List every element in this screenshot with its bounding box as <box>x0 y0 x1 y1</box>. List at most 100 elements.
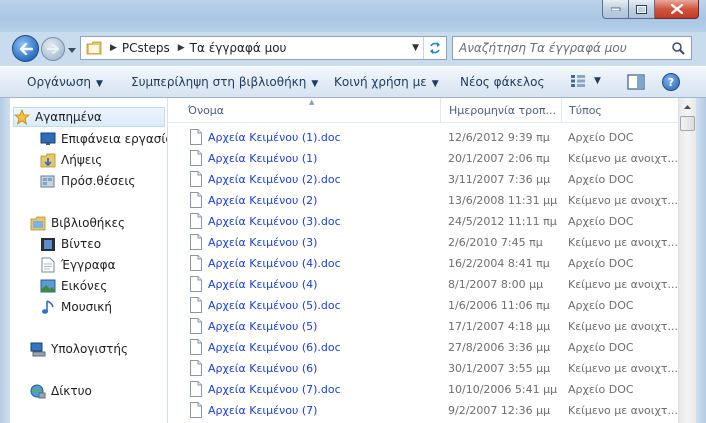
include-label: Συμπερίληψη στη βιβλιοθήκη <box>131 75 307 89</box>
table-row[interactable]: Αρχεία Κειμένου (2).doc 3/11/2007 7:36 μμ… <box>168 169 678 190</box>
refresh-icon <box>430 42 440 54</box>
column-divider[interactable] <box>561 98 562 122</box>
music-note-icon <box>40 299 56 315</box>
star-icon <box>14 109 30 125</box>
column-header-date[interactable]: Ημερομηνία τροπ... <box>449 104 556 117</box>
table-row[interactable]: Αρχεία Κειμένου (1).doc 12/6/2012 9:39 πμ… <box>168 127 678 148</box>
help-button[interactable]: ? <box>662 73 680 91</box>
sidebar-item-videos[interactable]: Βίντεο <box>40 234 167 254</box>
document-icon <box>190 318 202 334</box>
file-type: Κείμενο με ανοιχτ... <box>568 236 678 249</box>
file-date-modified: 8/1/2007 8:00 μμ <box>448 278 544 291</box>
file-date-modified: 3/11/2007 7:36 μμ <box>448 173 551 186</box>
breadcrumb-pcsteps[interactable]: PCsteps <box>122 41 170 55</box>
sidebar-item-network[interactable]: Δίκτυο <box>30 381 167 401</box>
command-bar: Οργάνωση ▼ Συμπερίληψη στη βιβλιοθήκη ▼ Κο… <box>0 66 706 98</box>
downloads-folder-icon <box>40 152 56 168</box>
change-view-button[interactable]: ▼ <box>570 74 601 88</box>
forward-button[interactable] <box>41 37 65 61</box>
scroll-thumb[interactable] <box>680 116 695 131</box>
file-type: Αρχείο DOC <box>568 173 634 186</box>
network-icon <box>30 383 46 399</box>
table-row[interactable]: Αρχεία Κειμένου (6).doc 27/8/2006 3:36 μμ… <box>168 337 678 358</box>
table-row[interactable]: Αρχεία Κειμένου (4) 8/1/2007 8:00 μμ Κείμε… <box>168 274 678 295</box>
arrow-right-icon <box>47 44 59 54</box>
organize-button[interactable]: Οργάνωση ▼ <box>27 75 103 89</box>
file-type: Αρχείο DOC <box>568 299 634 312</box>
search-input[interactable]: Αναζήτηση Τα έγγραφά μου <box>459 41 627 55</box>
document-icon <box>190 276 202 292</box>
close-button[interactable] <box>655 0 699 19</box>
file-name[interactable]: Αρχεία Κειμένου (3).doc <box>208 215 341 228</box>
file-name[interactable]: Αρχεία Κειμένου (4) <box>208 278 317 291</box>
sidebar-item-pictures[interactable]: Εικόνες <box>40 276 167 296</box>
file-type: Κείμενο με ανοιχτ... <box>568 362 678 375</box>
column-header-type[interactable]: Τύπος <box>569 104 602 117</box>
file-name[interactable]: Αρχεία Κειμένου (5).doc <box>208 299 341 312</box>
recent-places-icon <box>40 173 56 189</box>
sidebar-item-label: Έγγραφα <box>61 258 116 272</box>
table-row[interactable]: Αρχεία Κειμένου (7).doc 10/10/2006 5:41 μ… <box>168 379 678 400</box>
file-name[interactable]: Αρχεία Κειμένου (7).doc <box>208 383 341 396</box>
table-row[interactable]: Αρχεία Κειμένου (3).doc 24/5/2012 11:11 π… <box>168 211 678 232</box>
recent-pages-button[interactable] <box>67 45 77 55</box>
file-type: Κείμενο με ανοιχτ... <box>568 194 678 207</box>
sidebar-item-recent-places[interactable]: Πρόσ.θέσεις <box>40 171 167 191</box>
sidebar-item-music[interactable]: Μουσική <box>40 297 167 317</box>
address-history-chevron-icon[interactable]: ▼ <box>412 43 419 53</box>
new-folder-button[interactable]: Νέος φάκελος <box>460 75 545 89</box>
table-row[interactable]: Αρχεία Κειμένου (7) 9/2/2007 12:36 μμ Κείμ… <box>168 400 678 421</box>
share-with-button[interactable]: Κοινή χρήση με ▼ <box>334 75 439 89</box>
file-name[interactable]: Αρχεία Κειμένου (2) <box>208 194 317 207</box>
document-icon <box>190 171 202 187</box>
column-header-name[interactable]: Όνομα <box>188 104 224 117</box>
file-name[interactable]: Αρχεία Κειμένου (1) <box>208 152 317 165</box>
file-name[interactable]: Αρχεία Κειμένου (1).doc <box>208 131 341 144</box>
table-row[interactable]: Αρχεία Κειμένου (2) 13/6/2008 11:31 μμ Κεί… <box>168 190 678 211</box>
table-row[interactable]: Αρχεία Κειμένου (5).doc 1/6/2006 11:06 πμ… <box>168 295 678 316</box>
navigation-row: ▶ PCsteps ▶ Τα έγγραφά μου ▼ Αναζήτηση Τ… <box>0 32 706 66</box>
document-icon <box>190 339 202 355</box>
search-box[interactable]: Αναζήτηση Τα έγγραφά μου <box>452 36 692 60</box>
minimize-icon <box>610 7 620 11</box>
file-name[interactable]: Αρχεία Κειμένου (7) <box>208 404 317 417</box>
file-name[interactable]: Αρχεία Κειμένου (4).doc <box>208 257 341 270</box>
refresh-button[interactable] <box>423 37 446 59</box>
sidebar-item-desktop[interactable]: Επιφάνεια εργασίας <box>40 129 167 149</box>
file-name[interactable]: Αρχεία Κειμένου (6).doc <box>208 341 341 354</box>
folder-icon <box>86 41 102 55</box>
sidebar-item-label: Δίκτυο <box>51 384 92 398</box>
search-icon[interactable] <box>672 41 685 55</box>
vertical-scrollbar[interactable] <box>678 98 696 423</box>
sidebar-item-computer[interactable]: Υπολογιστής <box>30 339 167 359</box>
table-row[interactable]: Αρχεία Κειμένου (3) 2/6/2010 7:45 πμ Κείμε… <box>168 232 678 253</box>
file-date-modified: 1/6/2006 11:06 πμ <box>448 299 550 312</box>
back-button[interactable] <box>12 35 39 62</box>
table-row[interactable]: Αρχεία Κειμένου (4).doc 16/2/2004 8:41 πμ… <box>168 253 678 274</box>
sidebar-item-documents[interactable]: Έγγραφα <box>40 255 167 275</box>
table-row[interactable]: Αρχεία Κειμένου (6) 30/1/2007 3:55 μμ Κείμ… <box>168 358 678 379</box>
file-name[interactable]: Αρχεία Κειμένου (2).doc <box>208 173 341 186</box>
breadcrumb-separator-icon[interactable]: ▶ <box>110 43 117 53</box>
address-bar[interactable]: ▶ PCsteps ▶ Τα έγγραφά μου ▼ <box>80 36 447 60</box>
sidebar-item-favorites[interactable]: Αγαπημένα <box>13 107 165 127</box>
preview-pane-button[interactable] <box>627 74 645 93</box>
file-name[interactable]: Αρχεία Κειμένου (3) <box>208 236 317 249</box>
chevron-down-icon <box>68 47 76 53</box>
include-in-library-button[interactable]: Συμπερίληψη στη βιβλιοθήκη ▼ <box>131 75 318 89</box>
sidebar-item-downloads[interactable]: Λήψεις <box>40 150 167 170</box>
maximize-button[interactable] <box>629 0 655 19</box>
sidebar-item-libraries[interactable]: Βιβλιοθήκες <box>30 213 167 233</box>
table-row[interactable]: Αρχεία Κειμένου (1) 20/1/2007 2:06 πμ Κείμ… <box>168 148 678 169</box>
chevron-down-icon[interactable]: ▼ <box>594 76 601 86</box>
minimize-button[interactable] <box>602 0 629 19</box>
scroll-up-button[interactable] <box>680 99 695 114</box>
breadcrumb-my-documents[interactable]: Τα έγγραφά μου <box>190 41 287 55</box>
file-name[interactable]: Αρχεία Κειμένου (6) <box>208 362 317 375</box>
column-divider[interactable] <box>440 98 441 122</box>
table-row[interactable]: Αρχεία Κειμένου (5) 17/1/2007 4:18 μμ Κείμ… <box>168 316 678 337</box>
file-type: Κείμενο με ανοιχτ... <box>568 152 678 165</box>
document-icon <box>190 192 202 208</box>
file-name[interactable]: Αρχεία Κειμένου (5) <box>208 320 317 333</box>
breadcrumb-separator-icon[interactable]: ▶ <box>178 43 185 53</box>
